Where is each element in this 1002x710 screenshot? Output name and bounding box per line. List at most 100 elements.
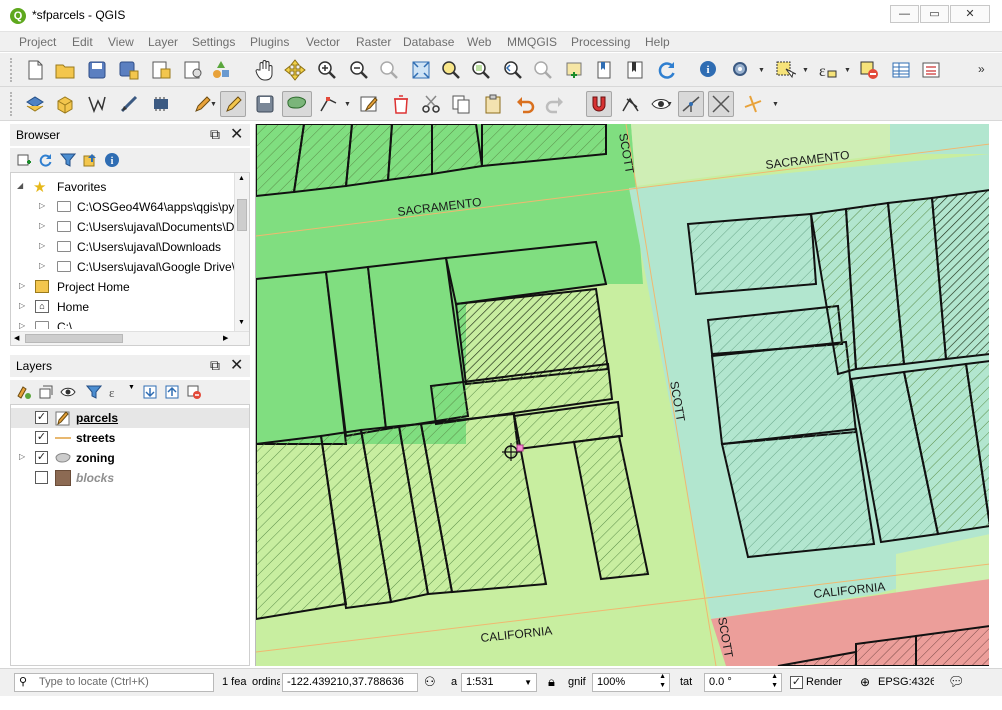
attribute-table-icon[interactable] (888, 57, 914, 83)
menu-processing[interactable]: Processing (571, 35, 630, 49)
zoom-in-icon[interactable] (314, 57, 340, 83)
new-map-view-icon[interactable] (562, 57, 588, 83)
layer-styling-icon[interactable] (16, 384, 32, 400)
collapsed-arrow-icon[interactable]: ▷ (19, 281, 25, 290)
open-project-icon[interactable] (52, 57, 78, 83)
cut-features-icon[interactable] (418, 91, 444, 117)
trace-icon[interactable] (116, 91, 142, 117)
toggle-editing-icon[interactable] (220, 91, 246, 117)
tree-item-home[interactable]: ▷ ⌂ Home (11, 297, 249, 317)
field-calculator-icon[interactable] (918, 57, 944, 83)
snapping-magnet-icon[interactable] (586, 91, 612, 117)
menu-project[interactable]: Project (19, 35, 56, 49)
menu-mmqgis[interactable]: MMQGIS (507, 35, 557, 49)
save-as-icon[interactable] (116, 57, 142, 83)
data-source-manager-icon[interactable] (22, 91, 48, 117)
render-checkbox[interactable]: ✓ (790, 676, 803, 689)
coordinate-field[interactable]: -122.439210,37.788636 (282, 673, 418, 692)
style-manager-icon[interactable] (208, 57, 234, 83)
modify-attributes-icon[interactable] (356, 91, 382, 117)
run-action-icon[interactable] (728, 57, 754, 83)
pan-icon[interactable] (252, 57, 278, 83)
toggle-extents-icon[interactable]: ⚇ (424, 674, 438, 690)
menu-edit[interactable]: Edit (72, 35, 93, 49)
zoom-full-icon[interactable] (408, 57, 434, 83)
collapsed-arrow-icon[interactable]: ▷ (39, 221, 45, 230)
snapping-options-dropdown-icon[interactable]: ▼ (772, 101, 779, 108)
close-button[interactable]: ✕ (950, 5, 990, 23)
toolbar-overflow-icon[interactable]: » (978, 62, 985, 76)
browser-vertical-scrollbar[interactable]: ▲ ▼ (234, 173, 249, 331)
messages-icon[interactable]: 💬︎ (948, 674, 966, 690)
digitize-dropdown-icon[interactable]: ▼ (210, 101, 217, 108)
tree-item-favorite-3[interactable]: ▷ C:\Users\ujaval\Google Drive\ (11, 257, 249, 277)
layer-visibility-checkbox[interactable]: ✓ (35, 411, 48, 424)
panel-close-icon[interactable]: ✕ (230, 355, 243, 375)
tree-item-project-home[interactable]: ▷ Project Home (11, 277, 249, 297)
deselect-icon[interactable] (856, 57, 882, 83)
layer-row-blocks[interactable]: blocks (11, 468, 249, 488)
collapsed-arrow-icon[interactable]: ▷ (39, 241, 45, 250)
magnifier-spinbox[interactable]: 100% ▲ ▼ (592, 673, 670, 692)
menu-raster[interactable]: Raster (356, 35, 391, 49)
zoom-to-layer-icon[interactable] (468, 57, 494, 83)
tree-item-drive-c[interactable]: ▷ C:\ (11, 317, 249, 329)
toolbar-grip[interactable] (10, 58, 14, 82)
scrollbar-thumb[interactable] (25, 334, 123, 343)
collapsed-arrow-icon[interactable]: ▷ (19, 321, 25, 329)
undock-icon[interactable]: ⧉ (210, 357, 220, 374)
gps-icon[interactable] (148, 91, 174, 117)
map-canvas[interactable]: SACRAMENTO SACRAMENTO SCOTT SCOTT SCOTT … (255, 124, 989, 666)
layer-row-parcels[interactable]: ✓ parcels (11, 408, 249, 428)
scroll-left-icon[interactable]: ◀ (14, 334, 19, 342)
panel-close-icon[interactable]: ✕ (230, 124, 243, 144)
menu-layer[interactable]: Layer (148, 35, 178, 49)
collapsed-arrow-icon[interactable]: ▷ (39, 201, 45, 210)
expanded-arrow-icon[interactable]: ◢ (17, 181, 23, 190)
run-action-dropdown-icon[interactable]: ▼ (758, 67, 765, 74)
zoom-native-icon[interactable] (376, 57, 402, 83)
collapse-all-icon[interactable] (164, 384, 180, 400)
tree-item-favorite-1[interactable]: ▷ C:\Users\ujaval\Documents\D (11, 217, 249, 237)
layer-row-zoning[interactable]: ▷ ✓ zoning (11, 448, 249, 468)
redo-icon[interactable] (542, 91, 568, 117)
browser-horizontal-scrollbar[interactable]: ◀ ▶ (11, 331, 249, 345)
add-polygon-icon[interactable] (282, 91, 312, 117)
snapping-vertex-icon[interactable] (678, 91, 704, 117)
refresh-icon[interactable] (654, 57, 680, 83)
tree-item-favorite-2[interactable]: ▷ C:\Users\ujaval\Downloads (11, 237, 249, 257)
vertex-tool-icon[interactable] (316, 91, 342, 117)
new-project-icon[interactable] (22, 57, 48, 83)
collapsed-arrow-icon[interactable]: ▷ (19, 452, 25, 461)
topological-editing-icon[interactable] (618, 91, 644, 117)
select-by-expression-icon[interactable]: ε (814, 57, 840, 83)
expand-all-icon[interactable] (142, 384, 158, 400)
select-by-expression-dropdown-icon[interactable]: ▼ (844, 67, 851, 74)
layer-visibility-checkbox[interactable] (35, 471, 48, 484)
select-dropdown-icon[interactable]: ▼ (802, 67, 809, 74)
locator-search-input[interactable]: ⚲ Type to locate (Ctrl+K) (14, 673, 214, 692)
map-svg[interactable]: SACRAMENTO SACRAMENTO SCOTT SCOTT SCOTT … (256, 124, 989, 666)
restore-button[interactable]: ▭ (920, 5, 949, 23)
collapsed-arrow-icon[interactable]: ▷ (39, 261, 45, 270)
zoom-out-icon[interactable] (346, 57, 372, 83)
spin-arrows-icon[interactable]: ▲ ▼ (771, 674, 778, 690)
lock-scale-icon[interactable]: 🔒︎ (548, 674, 560, 690)
paste-features-icon[interactable] (480, 91, 506, 117)
minimize-button[interactable]: — (890, 5, 919, 23)
digitize-tools-icon[interactable] (84, 91, 110, 117)
select-features-icon[interactable] (772, 57, 798, 83)
menu-plugins[interactable]: Plugins (250, 35, 289, 49)
globe-crs-icon[interactable]: ⊕ (860, 675, 874, 689)
menu-vector[interactable]: Vector (306, 35, 340, 49)
vertex-dropdown-icon[interactable]: ▼ (344, 101, 351, 108)
scroll-up-icon[interactable]: ▲ (238, 175, 245, 182)
show-bookmarks-icon[interactable] (622, 57, 648, 83)
save-edits-icon[interactable] (252, 91, 278, 117)
browser-refresh-icon[interactable] (38, 152, 54, 168)
snapping-mode-dropdown-icon[interactable]: ▼ (666, 101, 673, 108)
remove-layer-icon[interactable] (186, 384, 202, 400)
collapsed-arrow-icon[interactable]: ▷ (19, 301, 25, 310)
zoom-last-icon[interactable] (500, 57, 526, 83)
crs-label[interactable]: EPSG:4326 (878, 676, 934, 688)
